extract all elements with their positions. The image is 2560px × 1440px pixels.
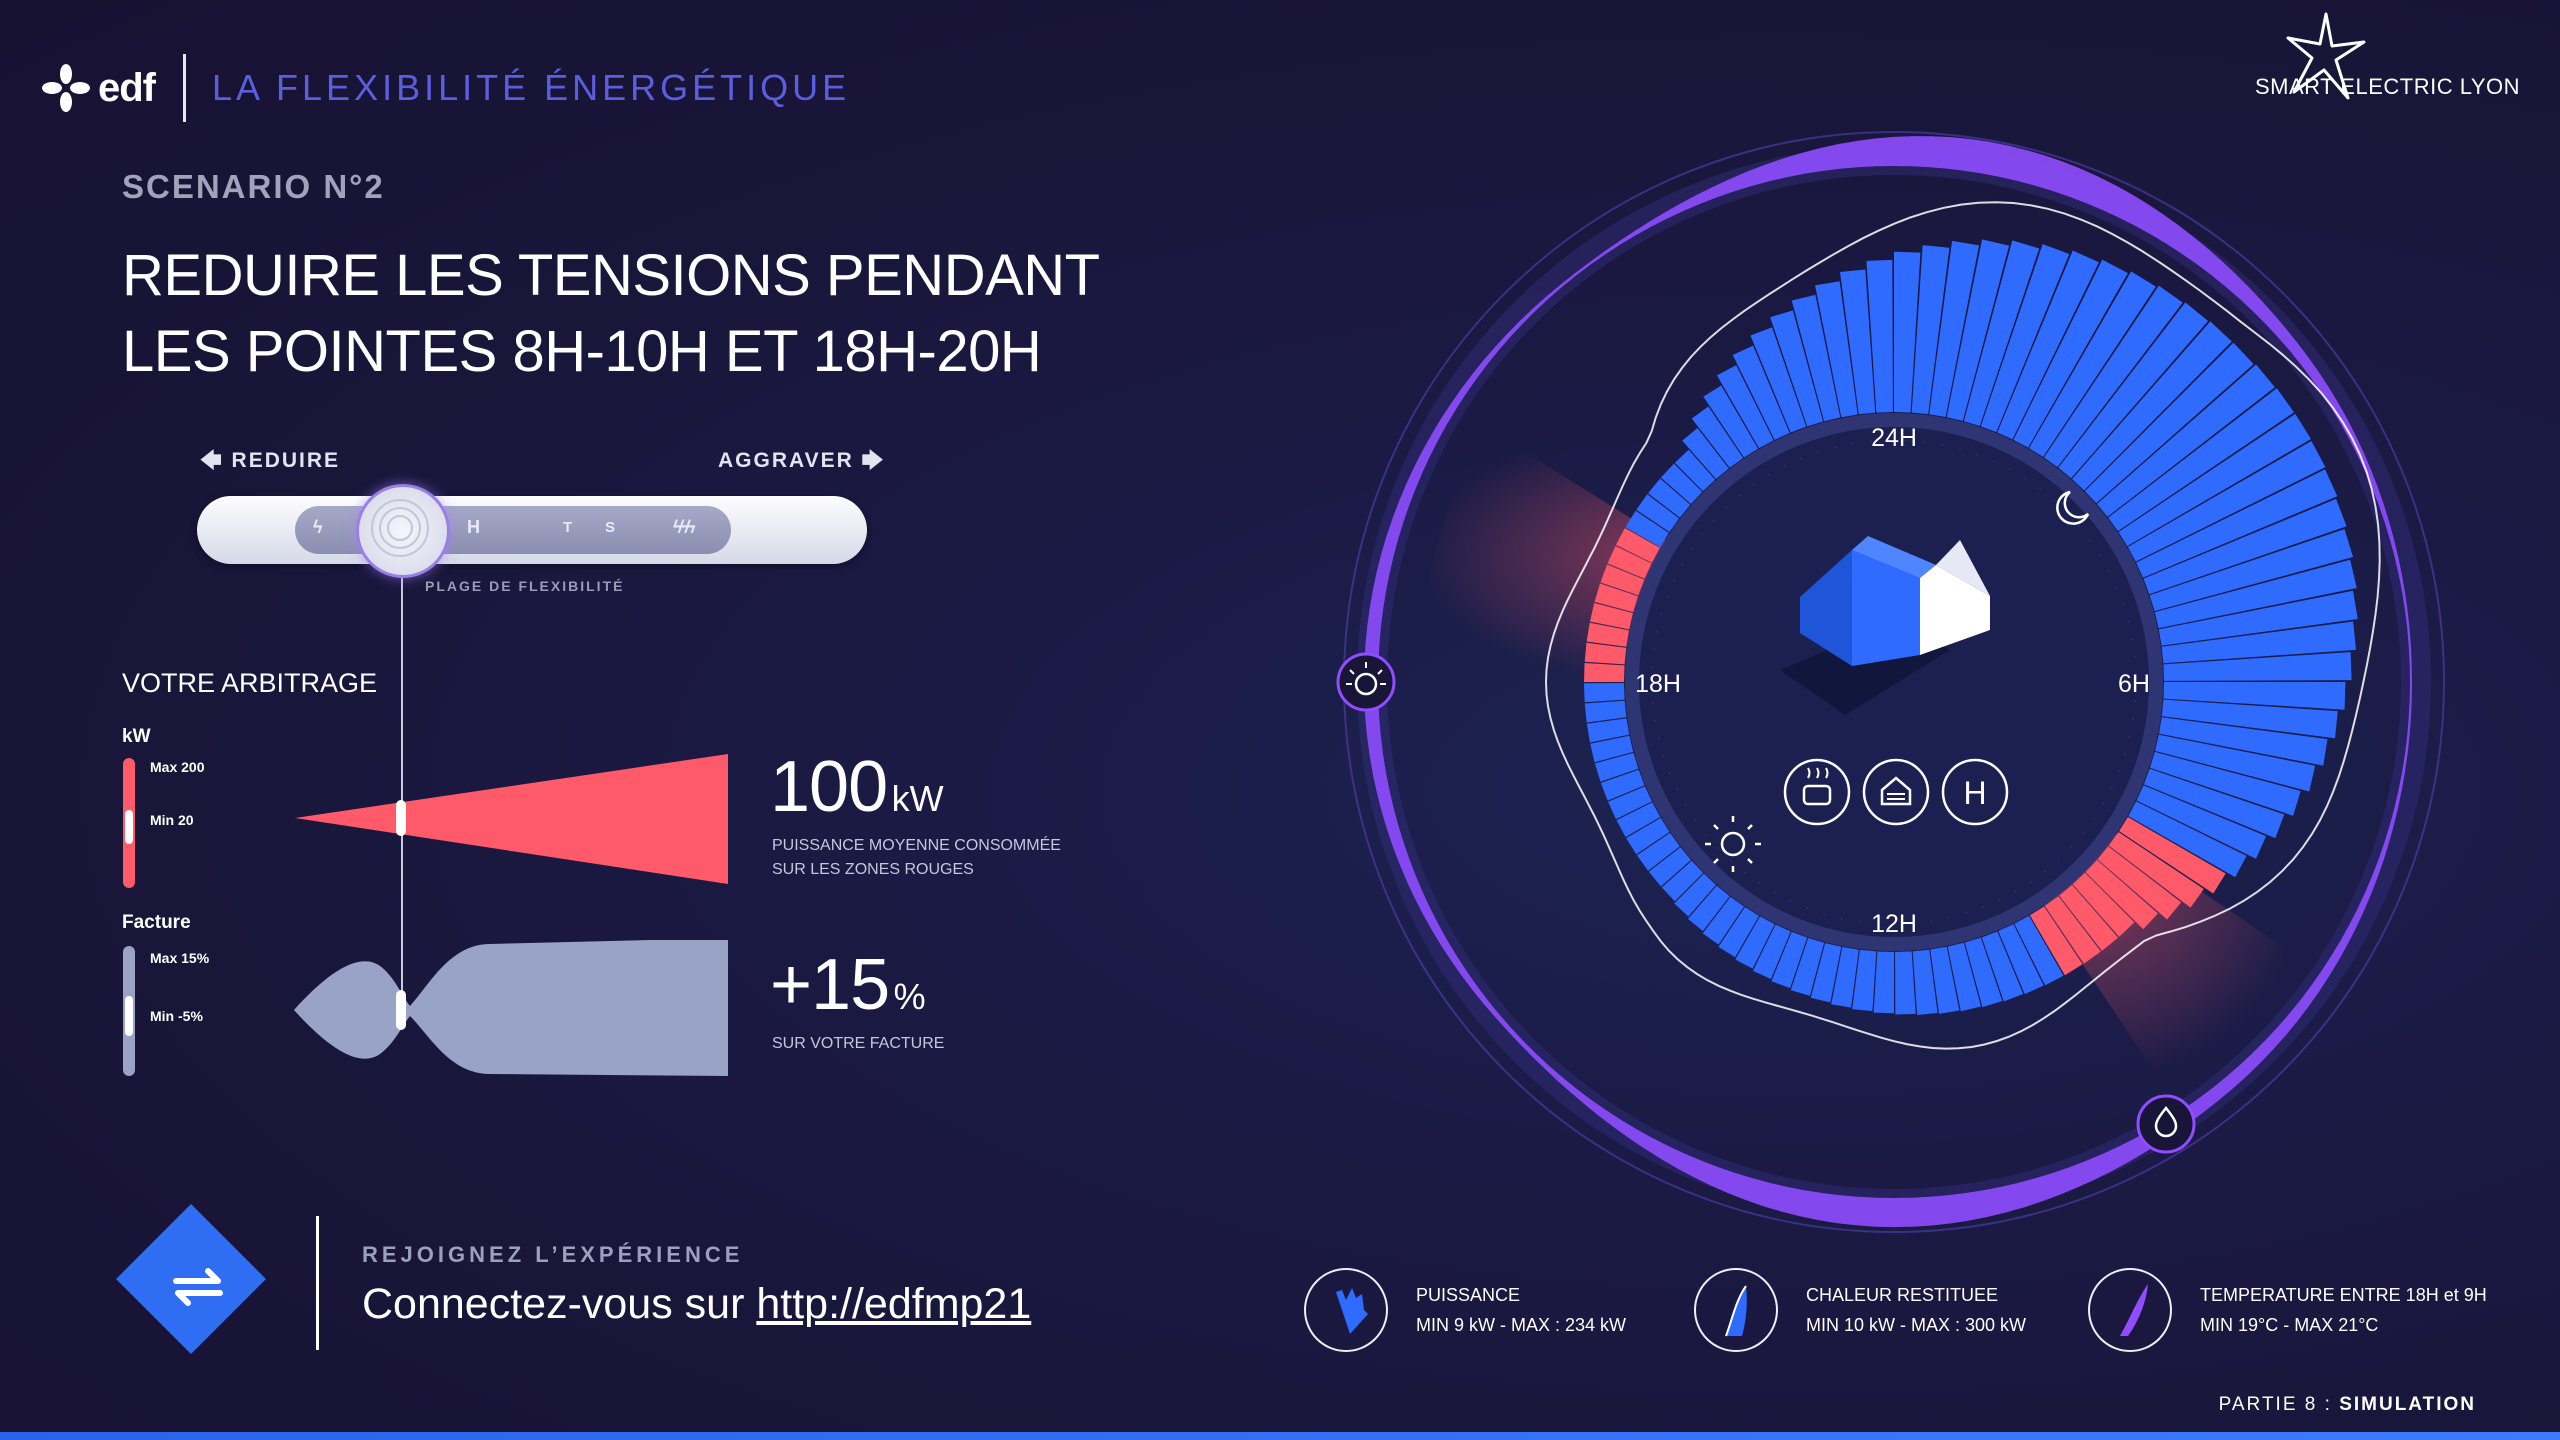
sunset-bulb-badge[interactable] (2136, 1094, 2196, 1154)
arbitrage-title: VOTRE ARBITRAGE (122, 668, 378, 698)
power-bar (1895, 951, 1916, 1015)
temperature-legend-badge (2088, 1268, 2172, 1352)
flexibility-range-label: PLAGE DE FLEXIBILITÉ (425, 578, 625, 594)
power-caption: PUISSANCE MOYENNE CONSOMMÉE SUR LES ZONE… (772, 837, 1061, 878)
temperature-legend-icon (2120, 1284, 2148, 1336)
dial-label-6h: 6H (2118, 670, 2150, 698)
scenario-label: SCENARIO N°2 (122, 168, 385, 205)
bill-unit-label: Facture (122, 912, 191, 933)
energy-dial: H 24H 6H 12H 18H (1336, 131, 2445, 1233)
triple-bolt-icon: ϟϟϟ (673, 517, 696, 537)
heat-legend-text: CHALEUR RESTITUEE MIN 10 kW - MAX : 300 … (1806, 1285, 2027, 1335)
headline-line-2: LES POINTES 8H-10H ET 18H-20H (122, 319, 1042, 384)
peak-bar (1584, 662, 1625, 682)
range-mark-t: T (563, 519, 573, 536)
heat-legend-icon (1725, 1285, 1747, 1337)
reduce-button[interactable]: 🡄 REDUIRE (200, 446, 340, 481)
scenario-headline: REDUIRE LES TENSIONS PENDANT LES POINTES… (122, 238, 1100, 390)
bill-value: +15 % (770, 945, 926, 1025)
swap-arrows-icon (173, 1268, 223, 1306)
range-mark-s: S (605, 519, 616, 536)
heat-legend-badge (1694, 1268, 1778, 1352)
slider-knob[interactable] (356, 484, 450, 578)
aggravate-button[interactable]: AGGRAVER 🡆 (718, 446, 885, 481)
smart-electric-lyon-logo: SMART ELECTRIC LYON (2255, 12, 2524, 112)
dial-label-18h: 18H (1635, 670, 1681, 698)
power-max-label: Max 200 (150, 759, 205, 775)
mode-button-h[interactable]: H (1941, 758, 2009, 826)
bottom-accent-bar (0, 1432, 2560, 1440)
power-gauge-handle[interactable] (125, 810, 133, 844)
bolt-icon: ϟ (313, 517, 323, 537)
bill-caption: SUR VOTRE FACTURE (772, 1035, 945, 1052)
bill-shape (294, 940, 728, 1076)
cta-divider (316, 1216, 319, 1350)
sunrise-bulb-badge[interactable] (1336, 652, 1396, 712)
brand-header: edf LA FLEXIBILITÉ ÉNERGÉTIQUE (40, 50, 850, 126)
edf-logo: edf (40, 62, 156, 114)
arrow-left-icon: 🡄 (200, 449, 232, 472)
mode-button-bowl[interactable] (1783, 758, 1851, 826)
svg-text:H: H (1963, 775, 1986, 811)
headline-line-1: REDUIRE LES TENSIONS PENDANT (122, 243, 1100, 308)
section-label: PARTIE 8 : SIMULATION (2218, 1394, 2476, 1415)
mode-button-home[interactable] (1862, 758, 1930, 826)
experience-link[interactable]: http://edfmp21 (756, 1280, 1031, 1328)
bill-max-label: Max 15% (150, 950, 210, 966)
edf-flower-icon (42, 64, 90, 112)
power-value: 100 kW (770, 747, 944, 827)
power-wedge (295, 754, 728, 884)
bill-gauge-handle[interactable] (125, 996, 133, 1036)
partner-name: SMART ELECTRIC LYON (2254, 74, 2520, 99)
dial-label-24h: 24H (1871, 424, 1917, 452)
power-unit-label: kW (122, 726, 151, 747)
range-mark-h: H (467, 517, 480, 537)
power-legend-text: PUISSANCE MIN 9 kW - MAX : 234 kW (1416, 1285, 1627, 1335)
power-legend-badge (1304, 1268, 1388, 1352)
aggravate-label: AGGRAVER (718, 449, 854, 472)
app-title: LA FLEXIBILITÉ ÉNERGÉTIQUE (212, 67, 851, 108)
reduce-label: REDUIRE (231, 449, 341, 472)
power-bar (1873, 951, 1894, 1014)
power-bar (1584, 683, 1625, 703)
power-legend-icon (1336, 1288, 1368, 1334)
header-divider (183, 54, 186, 122)
edf-wordmark: edf (98, 65, 156, 110)
bill-min-label: Min -5% (150, 1008, 203, 1024)
dial-label-12h: 12H (1871, 910, 1917, 938)
power-min-label: Min 20 (150, 812, 194, 828)
arrow-right-icon: 🡆 (853, 449, 886, 472)
cta-text: Connectez-vous sur http://edfmp21 (362, 1280, 1032, 1328)
temperature-legend-text: TEMPERATURE ENTRE 18H et 9H MIN 19°C - M… (2200, 1285, 2487, 1335)
knob-rings-icon (371, 499, 429, 557)
cta-kicker: REJOIGNEZ L’EXPÉRIENCE (362, 1242, 744, 1267)
